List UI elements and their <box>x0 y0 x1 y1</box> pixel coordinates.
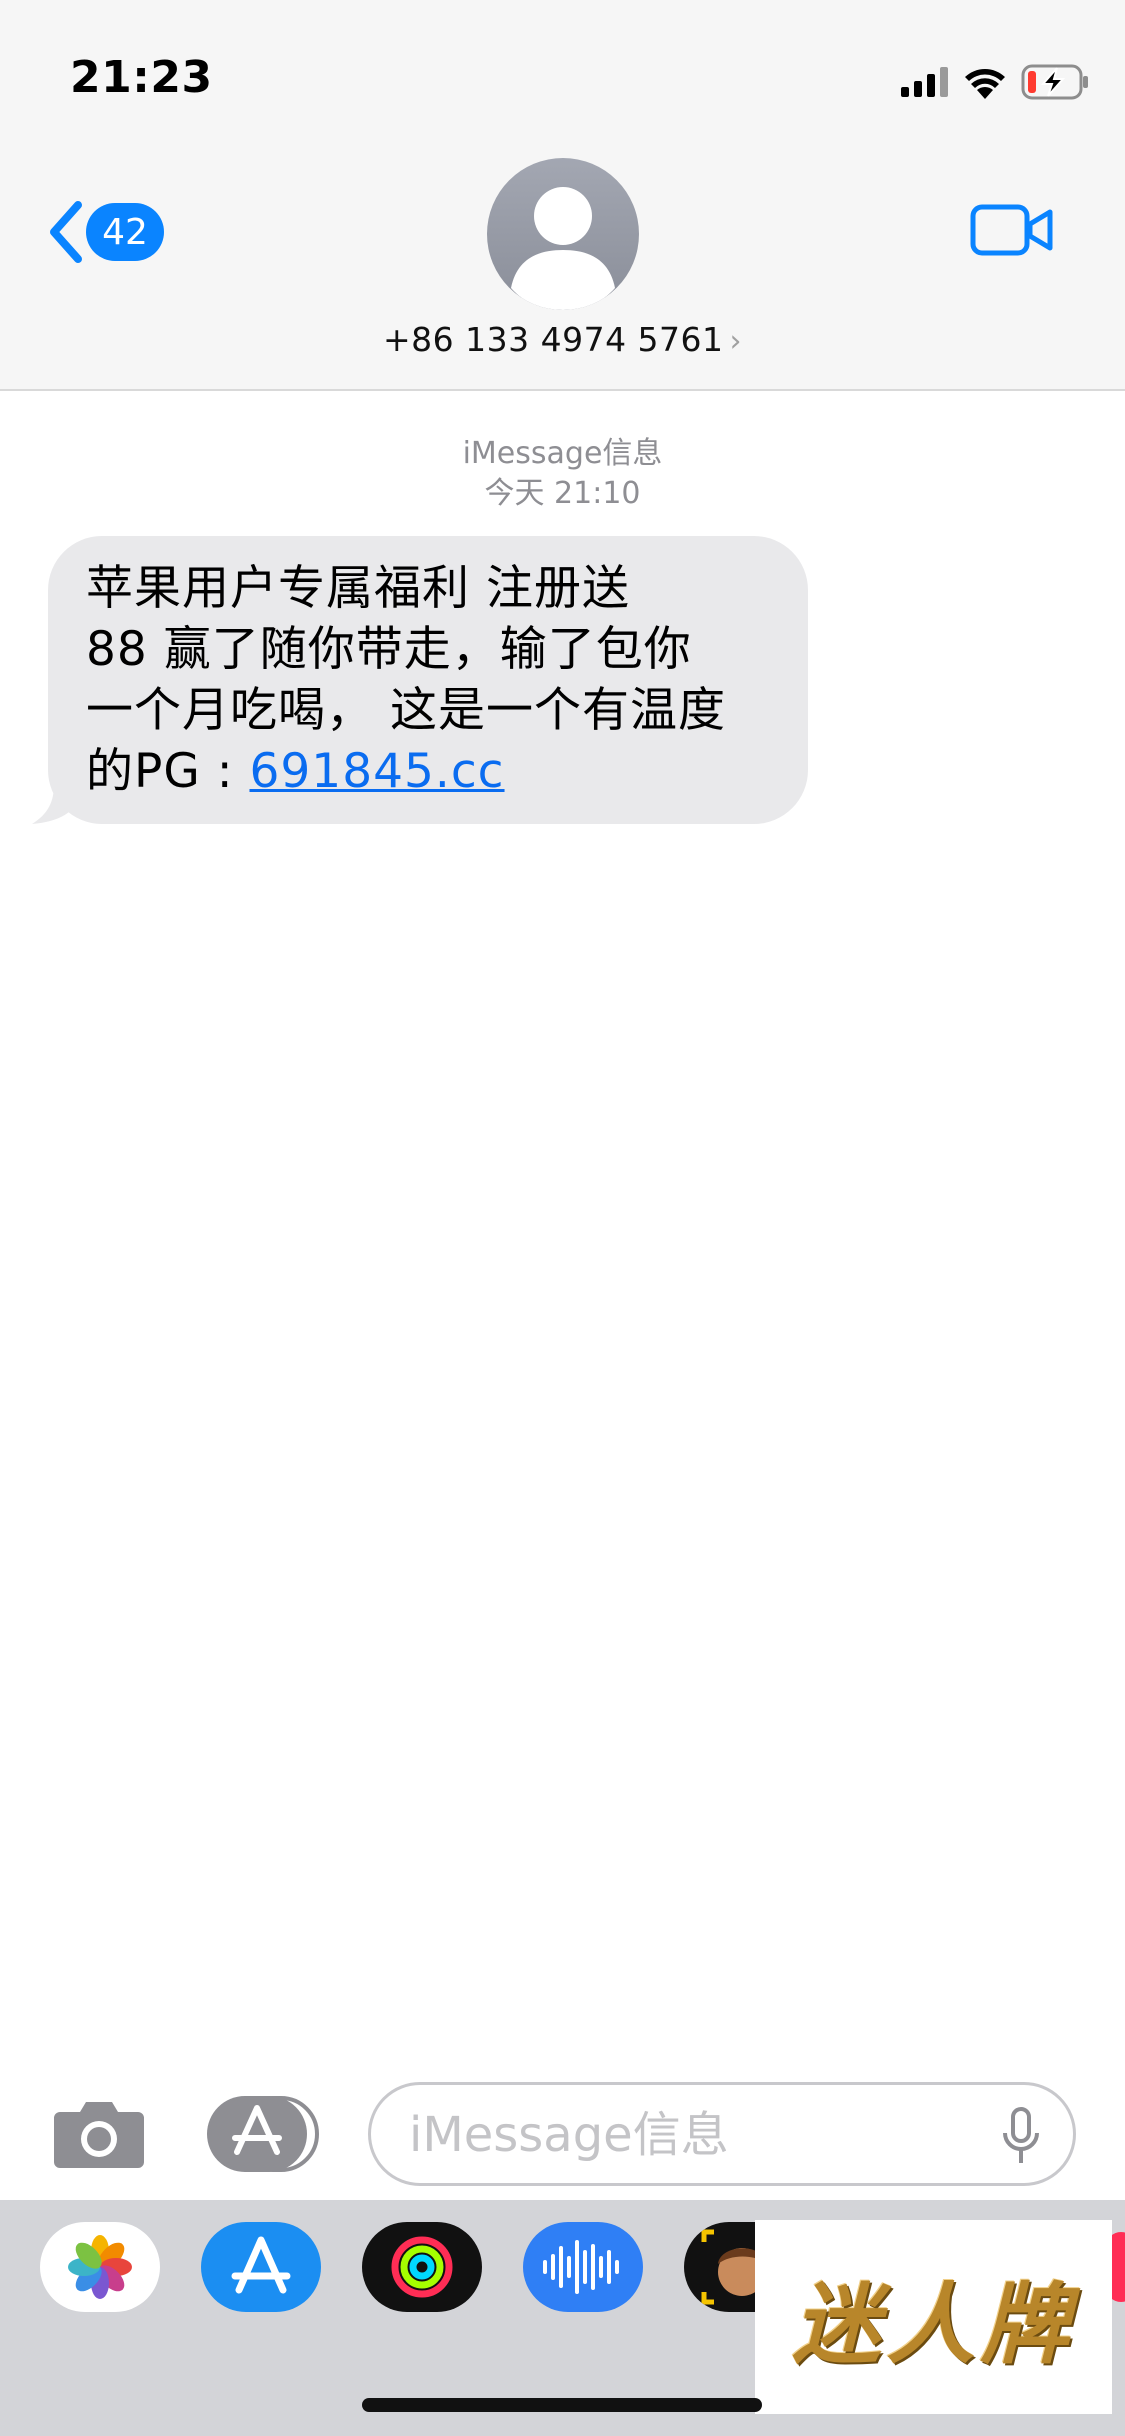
message-timestamp: 今天 21:10 <box>484 476 641 511</box>
battery-charging-icon <box>1021 64 1088 100</box>
chevron-right-icon: › <box>729 324 743 359</box>
contact-avatar[interactable] <box>487 158 639 310</box>
message-input-field[interactable] <box>368 2082 1076 2186</box>
chevron-left-icon <box>50 201 82 263</box>
message-bubble: 苹果用户专属福利 注册送 88 赢了随你带走，输了包你 一个月吃喝， 这是一个有… <box>48 536 808 824</box>
cellular-signal-icon <box>901 67 948 97</box>
watermark-text: 迷人牌 <box>792 2271 1075 2376</box>
person-icon <box>511 187 615 310</box>
facetime-video-icon[interactable] <box>970 202 1054 258</box>
unread-count-badge: 42 <box>86 203 164 261</box>
app-store-apps-icon[interactable] <box>207 2096 319 2172</box>
contact-number: +86 133 4974 5761 <box>382 320 724 359</box>
status-time: 21:23 <box>70 52 213 103</box>
message-line: 88 赢了随你带走，输了包你 <box>86 622 692 677</box>
contact-name[interactable]: +86 133 4974 5761 › <box>0 320 1125 359</box>
message-line-last: 的PG : 691845.cc <box>86 741 772 802</box>
service-label: iMessage信息 <box>462 436 663 471</box>
message-text: 的PG : <box>86 744 250 799</box>
wifi-icon <box>965 69 1005 99</box>
message-line: 一个月吃喝， 这是一个有温度 <box>86 683 726 738</box>
photos-app-icon[interactable] <box>40 2222 160 2312</box>
message-link[interactable]: 691845.cc <box>249 744 504 799</box>
message-line: 苹果用户专属福利 注册送 <box>86 561 630 616</box>
app-store-icon[interactable] <box>201 2222 321 2312</box>
imessage-input[interactable] <box>407 2099 971 2171</box>
watermark-logo: 迷人牌 <box>755 2220 1112 2414</box>
audio-message-icon[interactable] <box>523 2222 643 2312</box>
incoming-message[interactable]: 苹果用户专属福利 注册送 88 赢了随你带走，输了包你 一个月吃喝， 这是一个有… <box>28 536 818 824</box>
back-button[interactable]: 42 <box>44 196 164 268</box>
status-icons <box>901 60 1091 104</box>
microphone-icon[interactable] <box>1001 2107 1041 2167</box>
conversation-header: 21:23 42 +86 133 4974 5761 › <box>0 0 1125 391</box>
home-indicator[interactable] <box>362 2398 762 2412</box>
camera-icon[interactable] <box>52 2094 146 2170</box>
activity-rings-icon[interactable] <box>362 2222 482 2312</box>
